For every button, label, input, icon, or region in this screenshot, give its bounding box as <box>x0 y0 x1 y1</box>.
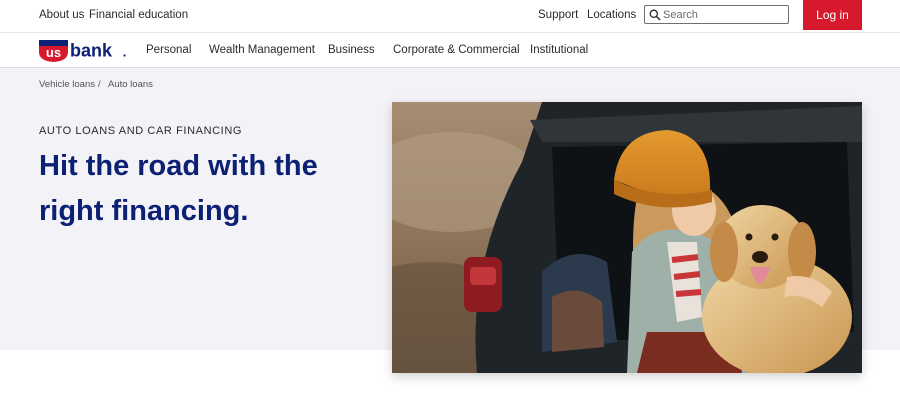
hero-headline: Hit the road with the right financing. <box>39 150 318 227</box>
logo-bank-text: bank <box>70 41 113 61</box>
breadcrumb-separator: / <box>98 79 101 90</box>
locations-link[interactable]: Locations <box>587 9 636 21</box>
financial-education-link[interactable]: Financial education <box>89 9 188 21</box>
search-icon <box>649 9 661 21</box>
logo-us-text: us <box>46 45 61 60</box>
search-input[interactable] <box>663 7 783 22</box>
support-link[interactable]: Support <box>538 9 578 21</box>
search-box[interactable] <box>644 5 789 24</box>
nav-business[interactable]: Business <box>328 44 375 56</box>
login-button[interactable]: Log in <box>803 0 862 30</box>
about-us-link[interactable]: About us <box>39 9 84 21</box>
hero-photo-illustration <box>392 102 862 373</box>
breadcrumb-vehicle-loans[interactable]: Vehicle loans <box>39 79 95 90</box>
hero-eyebrow: AUTO LOANS AND CAR FINANCING <box>39 125 243 137</box>
nav-corporate-commercial[interactable]: Corporate & Commercial <box>393 44 520 56</box>
breadcrumb-current: Auto loans <box>108 79 153 90</box>
main-nav: us bank Personal Wealth Management Busin… <box>0 32 900 68</box>
hero-image <box>392 102 862 373</box>
nav-personal[interactable]: Personal <box>146 44 191 56</box>
nav-institutional[interactable]: Institutional <box>530 44 588 56</box>
utility-bar: About us Financial education Support Loc… <box>0 0 900 32</box>
nav-wealth-management[interactable]: Wealth Management <box>209 44 315 56</box>
usbank-logo[interactable]: us bank <box>38 39 126 63</box>
